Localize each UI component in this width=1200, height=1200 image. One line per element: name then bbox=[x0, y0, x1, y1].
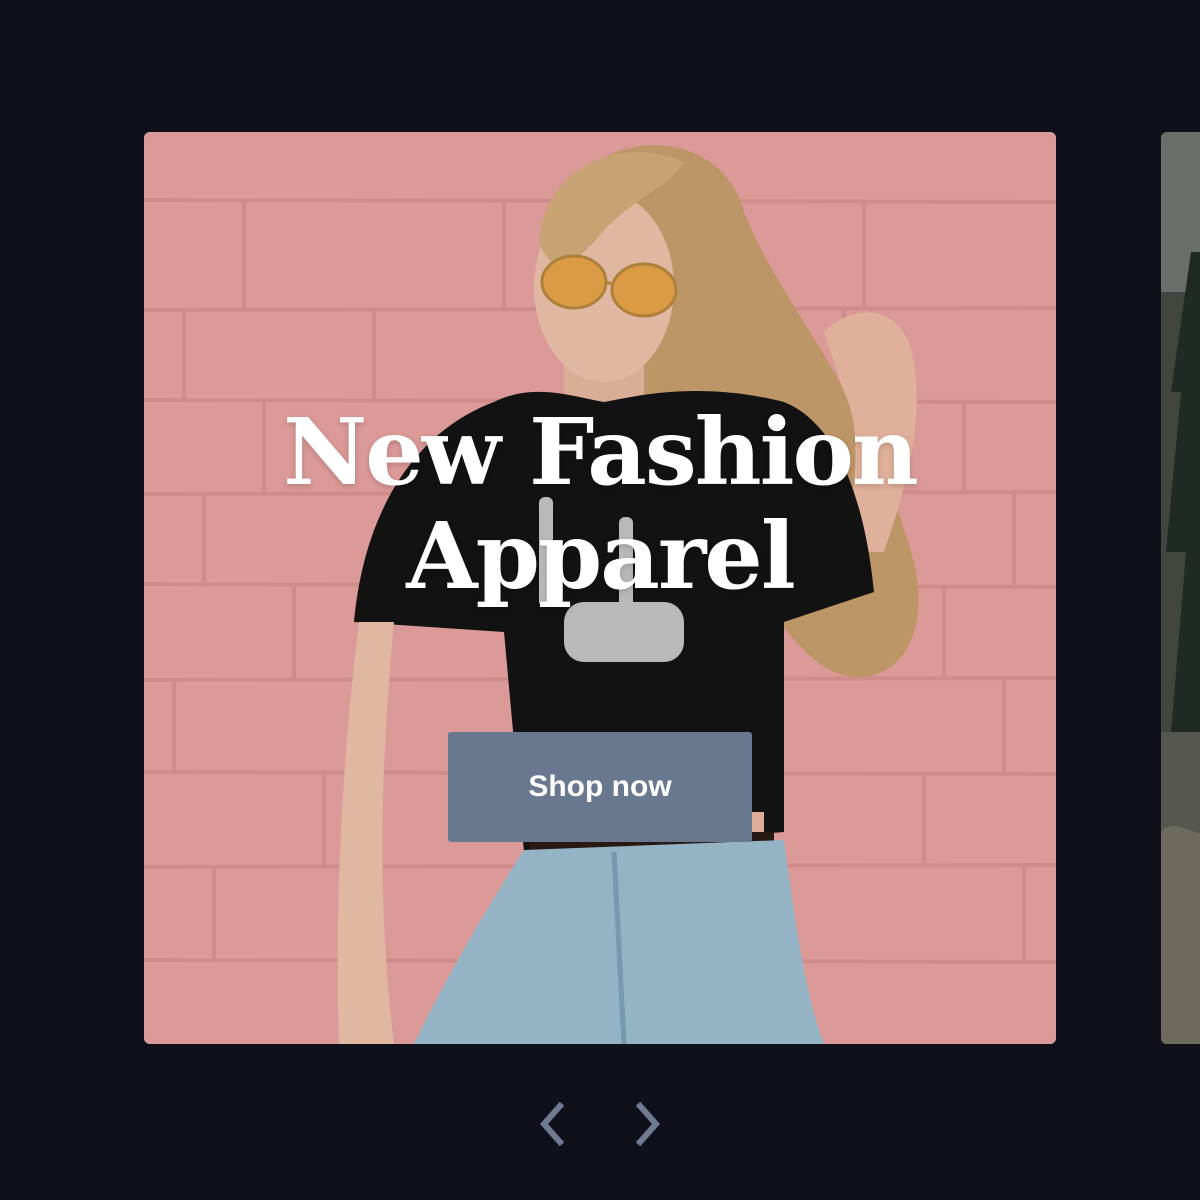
previous-slide-button[interactable] bbox=[532, 1100, 572, 1148]
carousel: New Fashion Apparel Shop now bbox=[0, 0, 1200, 1200]
hero-slide[interactable]: New Fashion Apparel Shop now bbox=[144, 132, 1056, 1044]
shop-now-button[interactable]: Shop now bbox=[448, 731, 752, 842]
hero-headline: New Fashion Apparel bbox=[283, 398, 919, 610]
next-slide-preview[interactable] bbox=[1161, 132, 1200, 1044]
next-slide-button[interactable] bbox=[628, 1100, 668, 1148]
hero-content: New Fashion Apparel Shop now bbox=[144, 132, 1056, 1044]
next-slide-photo bbox=[1161, 132, 1200, 1044]
chevron-right-icon bbox=[635, 1102, 661, 1146]
chevron-left-icon bbox=[539, 1102, 565, 1146]
